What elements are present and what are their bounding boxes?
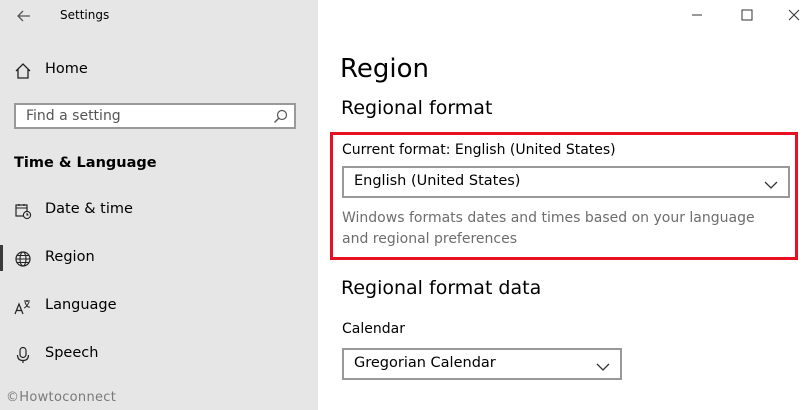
regional-format-value: English (United States) bbox=[354, 173, 521, 189]
current-format-label: Current format: English (United States) bbox=[342, 142, 616, 158]
sidebar-item-label: Region bbox=[45, 249, 95, 265]
home-icon bbox=[14, 62, 32, 80]
search-box[interactable] bbox=[14, 103, 296, 129]
maximize-icon[interactable] bbox=[737, 5, 757, 25]
sidebar-item-label: Home bbox=[45, 61, 88, 77]
calendar-value: Gregorian Calendar bbox=[354, 355, 496, 371]
chevron-down-icon bbox=[596, 358, 610, 371]
page-title: Region bbox=[340, 54, 430, 84]
search-input[interactable] bbox=[16, 105, 276, 127]
search-icon[interactable] bbox=[273, 109, 288, 124]
sidebar-item-region[interactable]: Region bbox=[0, 240, 318, 278]
calendar-dropdown[interactable]: Gregorian Calendar bbox=[342, 348, 622, 380]
app-title: Settings bbox=[60, 8, 110, 22]
close-icon[interactable] bbox=[784, 5, 804, 25]
sidebar-item-label: Language bbox=[45, 297, 117, 313]
sidebar-item-speech[interactable]: Speech bbox=[0, 336, 318, 374]
regional-format-heading: Regional format bbox=[341, 97, 493, 119]
language-icon bbox=[14, 298, 32, 316]
sidebar-item-home[interactable]: Home bbox=[0, 52, 318, 90]
regional-format-data-heading: Regional format data bbox=[341, 277, 542, 299]
calendar-clock-icon bbox=[14, 202, 32, 220]
back-arrow-icon[interactable] bbox=[14, 6, 34, 26]
chevron-down-icon bbox=[764, 176, 778, 189]
globe-icon bbox=[14, 250, 32, 268]
microphone-icon bbox=[14, 346, 32, 364]
regional-format-dropdown[interactable]: English (United States) bbox=[342, 166, 790, 198]
sidebar-item-label: Date & time bbox=[45, 201, 133, 217]
section-title: Time & Language bbox=[14, 155, 157, 171]
format-description: Windows formats dates and times based on… bbox=[342, 210, 755, 247]
sidebar-item-label: Speech bbox=[45, 345, 99, 361]
sidebar-item-language[interactable]: Language bbox=[0, 288, 318, 326]
sidebar: Settings Home Time & Language Date & tim… bbox=[0, 0, 318, 410]
calendar-label: Calendar bbox=[342, 321, 405, 337]
minimize-icon[interactable] bbox=[687, 5, 707, 25]
watermark: ©Howtoconnect bbox=[6, 390, 117, 405]
sidebar-item-date-time[interactable]: Date & time bbox=[0, 192, 318, 230]
